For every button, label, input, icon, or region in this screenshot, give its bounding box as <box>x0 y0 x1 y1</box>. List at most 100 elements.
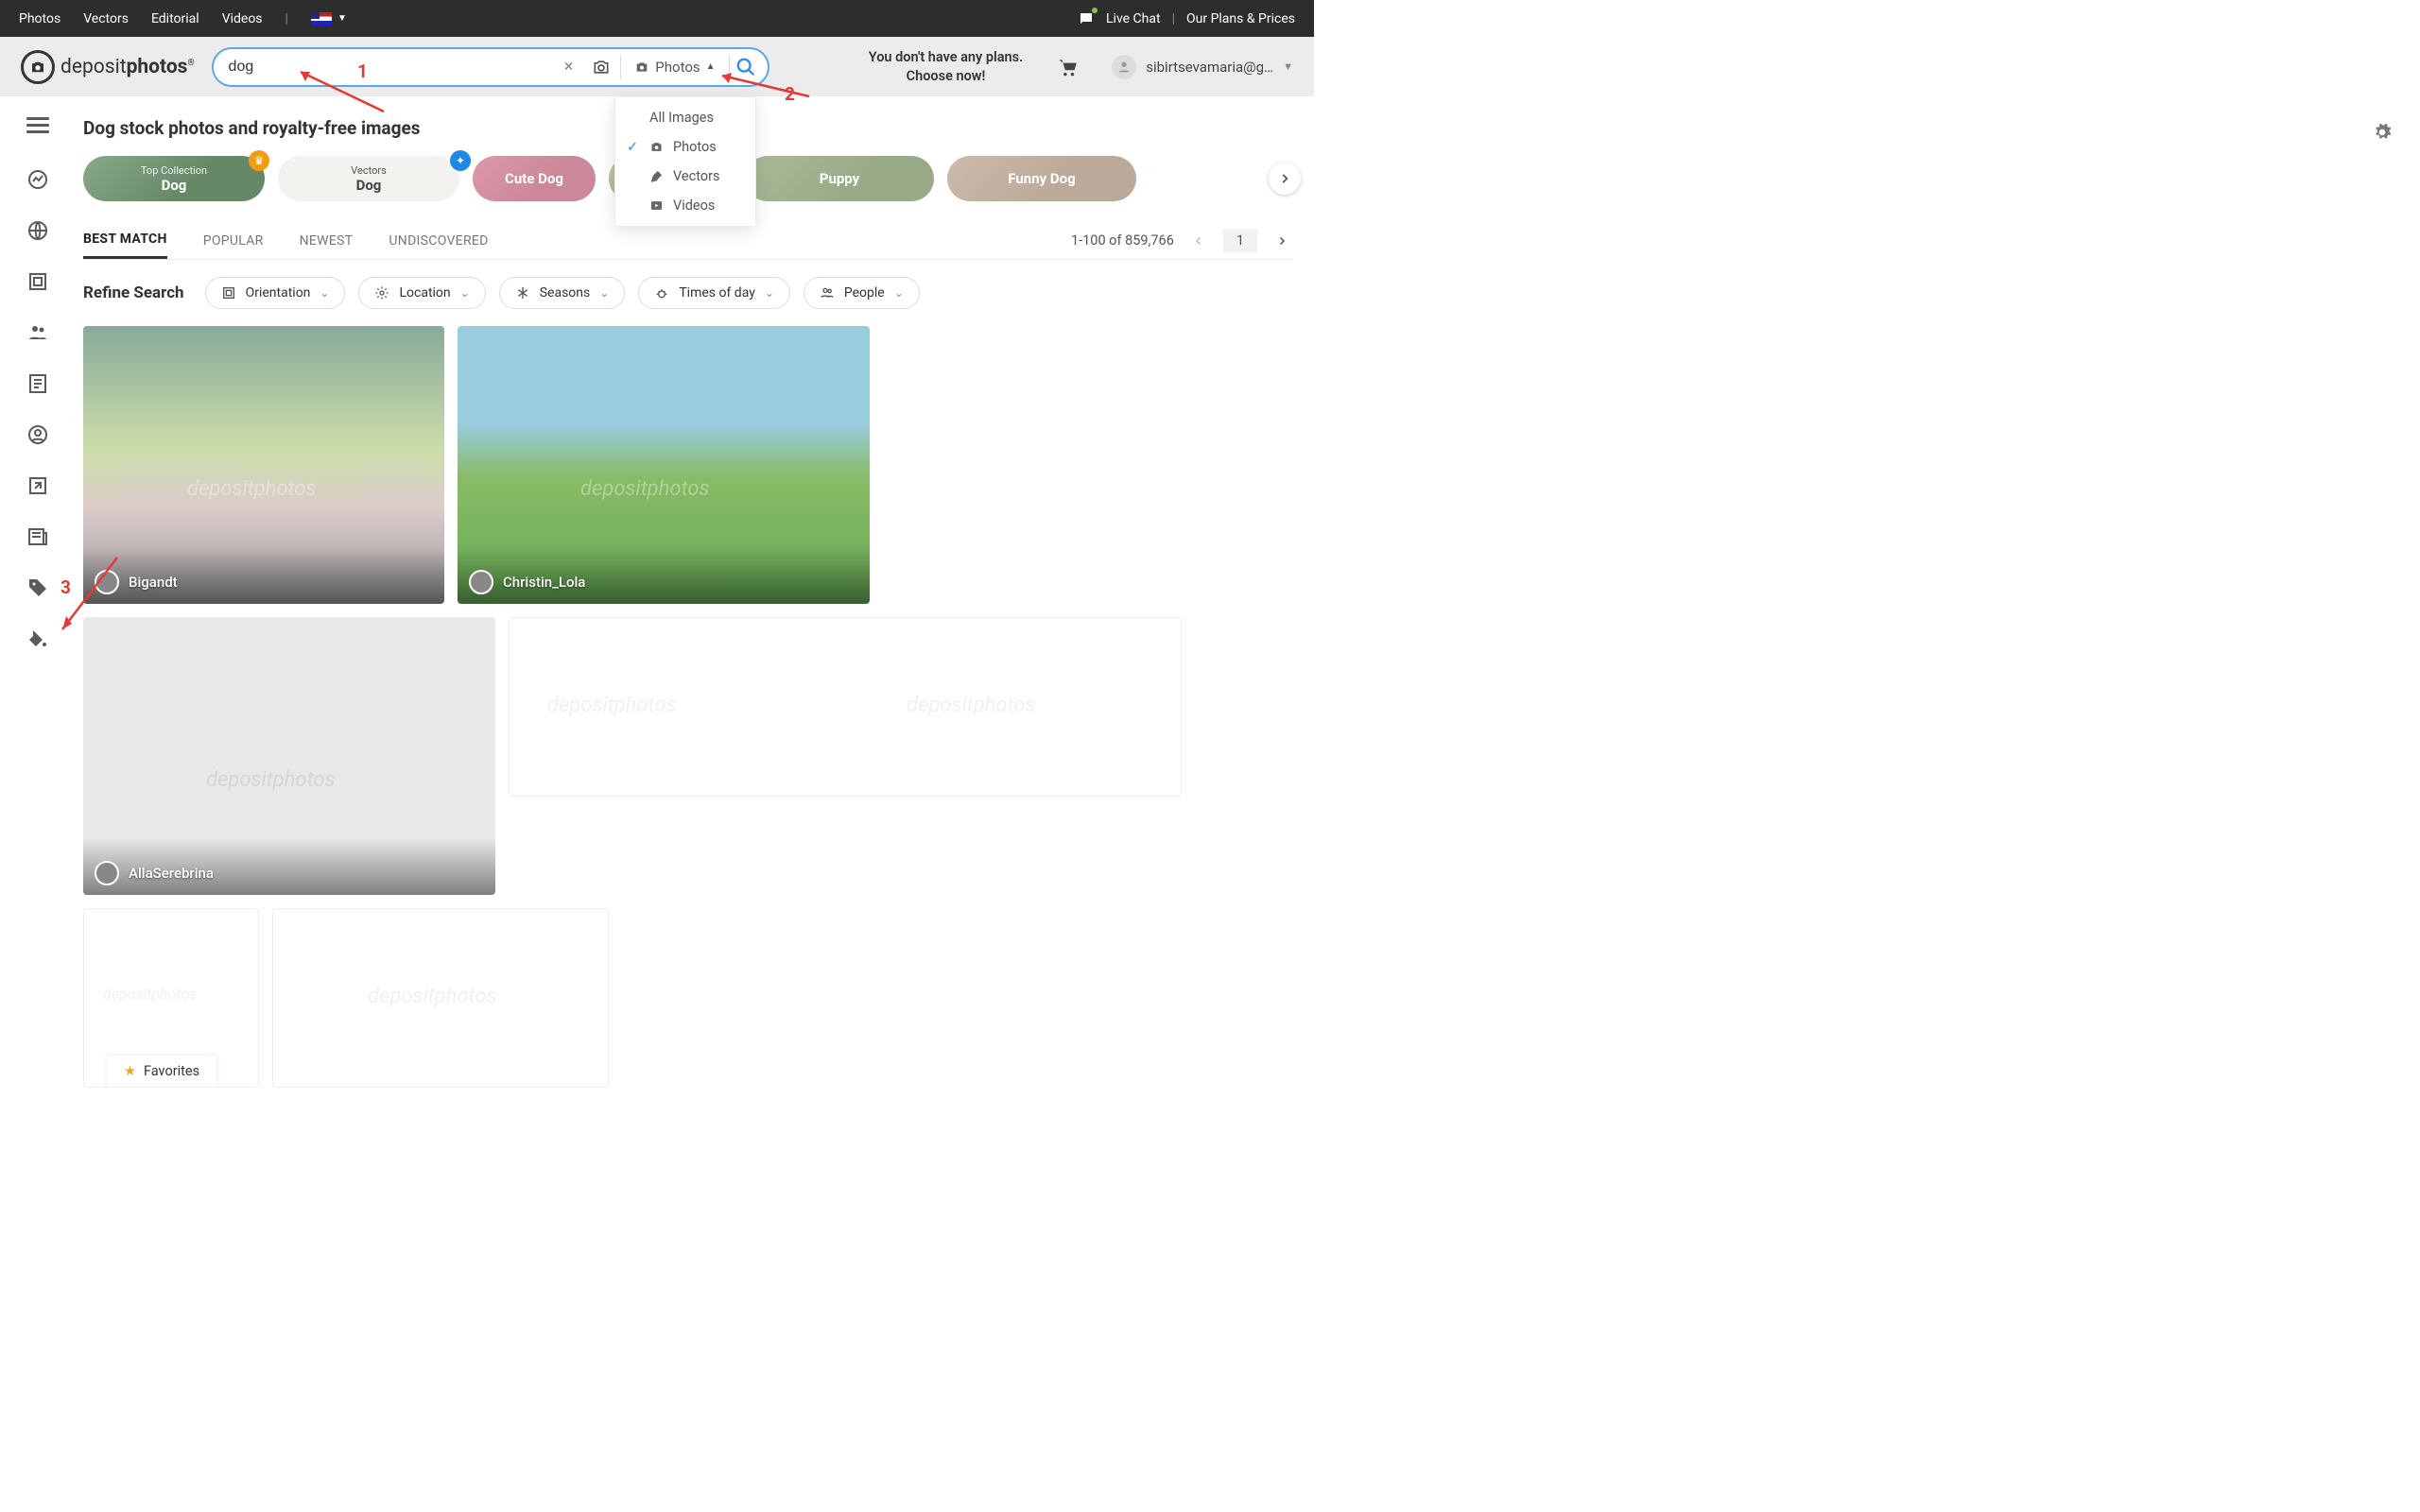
time-icon <box>654 285 669 301</box>
fill-color-icon[interactable] <box>26 627 49 650</box>
chip-times-of-day[interactable]: Times of day⌄ <box>638 277 790 309</box>
user-menu[interactable]: sibirtsevamaria@g… ▼ <box>1112 55 1293 79</box>
result-card[interactable]: depositphotos Bigandt <box>83 326 444 604</box>
content-type-label: Photos <box>655 59 700 76</box>
pills-next-button[interactable] <box>1269 163 1301 195</box>
author-name: Bigandt <box>129 574 178 591</box>
check-icon: ✓ <box>627 139 640 155</box>
avatar-icon <box>1112 55 1136 79</box>
pill-cute-dog[interactable]: Cute Dog <box>473 156 596 201</box>
chevron-right-icon <box>1278 172 1291 185</box>
circle-user-icon[interactable] <box>26 423 49 446</box>
dropdown-vectors[interactable]: Vectors <box>615 162 755 191</box>
menu-icon[interactable] <box>26 117 49 140</box>
header: depositphotos® × Photos ▲ You don't have… <box>0 37 1314 96</box>
pill-puppy[interactable]: Puppy <box>745 156 934 201</box>
expand-icon[interactable] <box>26 474 49 497</box>
plans-cta[interactable]: You don't have any plans. Choose now! <box>869 48 1023 85</box>
favorites-tooltip[interactable]: ★ Favorites <box>107 1056 216 1087</box>
trending-icon[interactable] <box>26 168 49 191</box>
chat-icon[interactable] <box>1078 10 1095 27</box>
chevron-down-icon: ⌄ <box>765 286 774 300</box>
nav-videos[interactable]: Videos <box>222 11 263 26</box>
result-range: 1-100 of 859,766 <box>1071 232 1174 249</box>
tab-best-match[interactable]: BEST MATCH <box>83 222 167 259</box>
dropdown-photos[interactable]: ✓ Photos <box>615 132 755 162</box>
nav-photos[interactable]: Photos <box>19 11 60 26</box>
search-by-image-icon[interactable] <box>582 58 620 77</box>
globe-icon[interactable] <box>26 219 49 242</box>
live-chat-link[interactable]: Live Chat <box>1106 11 1161 26</box>
result-card[interactable]: depositphotos AllaSerebrina <box>83 617 495 895</box>
content-type-dropdown: All Images ✓ Photos Vectors Videos <box>614 96 756 227</box>
chevron-down-icon: ⌄ <box>320 286 329 300</box>
pill-vectors-dog[interactable]: VectorsDog <box>278 156 459 201</box>
pager: 1-100 of 859,766 1 <box>1071 229 1293 252</box>
tag-icon[interactable] <box>26 576 49 599</box>
pill-top-collection-dog[interactable]: Top CollectionDog <box>83 156 265 201</box>
page-next-button[interactable] <box>1270 232 1293 250</box>
dropdown-all-images[interactable]: All Images <box>615 103 755 132</box>
page-prev-button[interactable] <box>1187 232 1210 250</box>
play-icon <box>649 198 664 213</box>
tab-undiscovered[interactable]: UNDISCOVERED <box>389 224 488 258</box>
plans-link[interactable]: Our Plans & Prices <box>1186 11 1295 26</box>
page-number[interactable]: 1 <box>1223 229 1257 252</box>
chip-seasons[interactable]: Seasons⌄ <box>499 277 626 309</box>
result-card[interactable]: depositphotos depositphotos <box>509 617 1182 797</box>
sort-tabs: BEST MATCH POPULAR NEWEST UNDISCOVERED 1… <box>83 222 1293 260</box>
author-name: Christin_Lola <box>503 574 585 591</box>
dropdown-videos[interactable]: Videos <box>615 191 755 220</box>
compass-badge-icon: ✦ <box>450 150 471 171</box>
author-avatar <box>469 570 493 594</box>
tab-popular[interactable]: POPULAR <box>203 224 264 258</box>
author-avatar <box>95 861 119 885</box>
chevron-down-icon: ▼ <box>1283 60 1293 73</box>
news-icon[interactable] <box>26 525 49 548</box>
nav-editorial[interactable]: Editorial <box>151 11 199 26</box>
chevron-down-icon: ⌄ <box>599 286 609 300</box>
refine-row: Refine Search Orientation⌄ Location⌄ Sea… <box>83 277 1293 309</box>
tab-newest[interactable]: NEWEST <box>300 224 354 258</box>
separator: | <box>285 11 288 26</box>
top-nav: Photos Vectors Editorial Videos <box>19 11 263 26</box>
camera-icon <box>634 60 649 75</box>
frame-icon[interactable] <box>26 270 49 293</box>
crown-badge-icon: ♛ <box>249 150 269 171</box>
result-card[interactable]: depositphotos <box>272 908 609 1088</box>
people-icon[interactable] <box>26 321 49 344</box>
camera-logo-icon <box>21 50 55 84</box>
gear-icon[interactable] <box>2373 123 2392 142</box>
author-name: AllaSerebrina <box>129 865 214 882</box>
nav-vectors[interactable]: Vectors <box>83 11 129 26</box>
chip-orientation[interactable]: Orientation⌄ <box>205 277 346 309</box>
annotation-2: 2 <box>715 68 819 106</box>
annotation-1: 1 <box>289 62 403 129</box>
caret-down-icon: ▼ <box>337 13 347 24</box>
people-filter-icon <box>820 285 835 301</box>
document-icon[interactable] <box>26 372 49 395</box>
chip-location[interactable]: Location⌄ <box>358 277 485 309</box>
annotation-3: 3 <box>47 548 132 643</box>
orientation-icon <box>221 285 236 301</box>
cart-icon[interactable] <box>1055 55 1080 79</box>
refine-title: Refine Search <box>83 284 184 302</box>
pen-icon <box>649 169 664 183</box>
username: sibirtsevamaria@g… <box>1146 59 1273 76</box>
seasons-icon <box>515 285 530 301</box>
result-card[interactable]: depositphotos Christin_Lola <box>458 326 870 604</box>
pill-funny-dog[interactable]: Funny Dog <box>947 156 1136 201</box>
clear-search-icon[interactable]: × <box>555 57 583 77</box>
gallery: depositphotos Bigandt depositphotos Chri… <box>83 326 1293 1088</box>
location-icon <box>374 285 389 301</box>
chip-people[interactable]: People⌄ <box>804 277 920 309</box>
separator: | <box>1172 11 1175 26</box>
logo[interactable]: depositphotos® <box>21 50 195 84</box>
star-icon: ★ <box>124 1063 136 1079</box>
result-card[interactable]: depositphotos ★ Favorites <box>83 908 259 1088</box>
camera-icon <box>649 140 664 154</box>
top-bar: Photos Vectors Editorial Videos | ▼ Live… <box>0 0 1314 37</box>
content-type-selector[interactable]: Photos ▲ <box>621 59 728 76</box>
content: Dog stock photos and royalty-free images… <box>76 96 1314 1088</box>
language-selector[interactable]: ▼ <box>311 12 347 26</box>
